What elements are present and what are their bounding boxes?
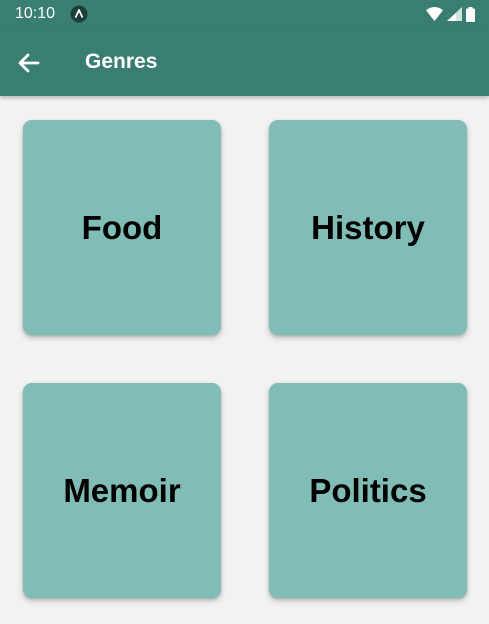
wifi-icon: [426, 7, 443, 21]
app-bar: Genres: [0, 28, 489, 96]
genre-label: Food: [81, 208, 163, 246]
genre-label: Memoir: [63, 471, 181, 509]
status-time: 10:10: [15, 5, 56, 22]
status-icons: [426, 6, 475, 22]
app-notification-icon: [70, 5, 88, 23]
genre-label: History: [311, 208, 425, 246]
genre-tile-politics[interactable]: Politics: [269, 383, 467, 598]
genre-tile-history[interactable]: History: [269, 120, 467, 335]
cell-signal-icon: [447, 7, 462, 21]
battery-icon: [466, 6, 475, 22]
genre-label: Politics: [309, 471, 427, 509]
genre-tile-memoir[interactable]: Memoir: [23, 383, 221, 598]
status-bar: 10:10: [0, 0, 489, 28]
arrow-back-icon[interactable]: [16, 50, 42, 76]
page-title: Genres: [85, 50, 158, 73]
genre-tile-food[interactable]: Food: [23, 120, 221, 335]
